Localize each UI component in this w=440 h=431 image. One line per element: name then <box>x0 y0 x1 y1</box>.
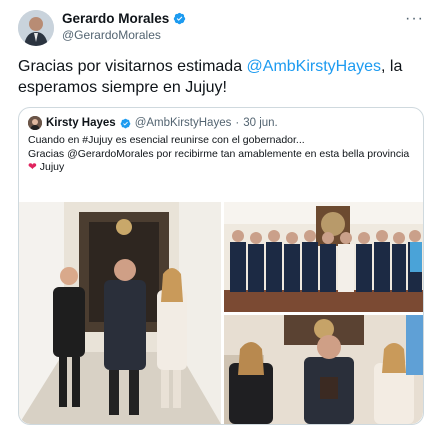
separator-dot: · <box>235 117 240 129</box>
photo-group[interactable] <box>224 202 423 312</box>
tweet-mention-link[interactable]: @AmbKirstyHayes <box>247 58 382 75</box>
photo-gift[interactable] <box>224 315 423 424</box>
quoted-author-name[interactable]: Kirsty Hayes <box>46 117 116 129</box>
author-name-row: Gerardo Morales <box>62 11 186 26</box>
tweet: Gerardo Morales @GerardoMorales ··· Grac… <box>0 0 440 431</box>
quoted-text-line-1: Cuando en #Jujuy es esencial reunirse co… <box>28 134 305 146</box>
quoted-tweet-text: Cuando en #Jujuy es esencial reunirse co… <box>28 134 413 175</box>
author-handle[interactable]: @GerardoMorales <box>62 28 161 42</box>
quoted-tweet[interactable]: Kirsty Hayes @AmbKirstyHayes · 30 jun. C… <box>18 107 424 425</box>
photo-hallway[interactable] <box>19 202 221 424</box>
place-label: Jujuy <box>36 161 65 173</box>
quoted-author-handle[interactable]: @AmbKirstyHayes <box>135 117 232 129</box>
quoted-verified-icon <box>120 118 130 128</box>
tweet-text: Gracias por visitarnos estimada @AmbKirs… <box>18 56 418 98</box>
author-name[interactable]: Gerardo Morales <box>62 11 169 26</box>
more-options-icon[interactable]: ··· <box>405 10 424 28</box>
heart-icon: ❤ <box>28 161 37 173</box>
quoted-text-line-2: Gracias @GerardoMorales por recibirme ta… <box>28 147 410 160</box>
quoted-tweet-header: Kirsty Hayes @AmbKirstyHayes · 30 jun. <box>28 116 278 130</box>
author-avatar[interactable] <box>18 10 54 46</box>
quoted-author-avatar[interactable] <box>28 116 42 130</box>
quoted-text-place: ❤ Jujuy <box>28 161 413 175</box>
quoted-tweet-media <box>19 202 423 424</box>
tweet-text-start: Gracias por visitarnos estimada <box>18 58 247 75</box>
quoted-tweet-date[interactable]: 30 jun. <box>243 117 278 129</box>
verified-icon <box>174 12 186 25</box>
